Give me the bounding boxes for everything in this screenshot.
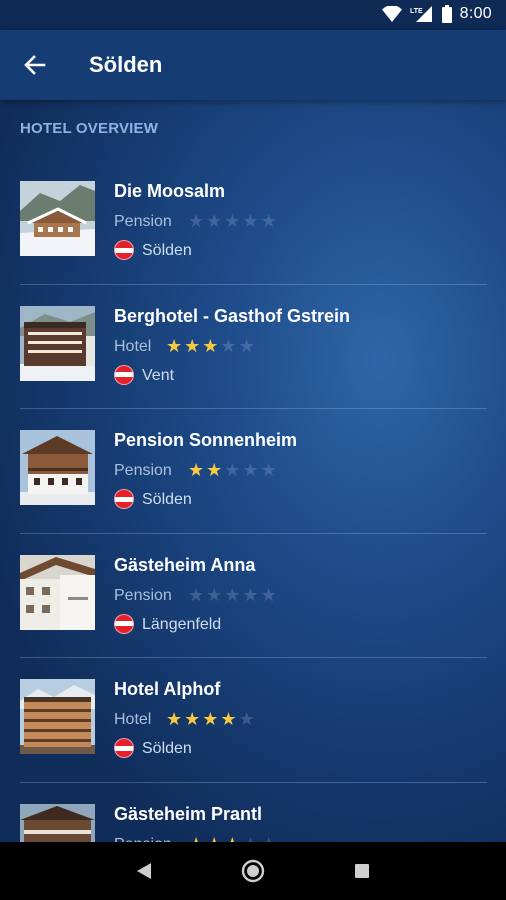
star-filled-icon: ★	[202, 335, 219, 356]
star-empty-icon: ★	[188, 211, 205, 231]
star-filled-icon: ★	[224, 834, 240, 843]
hotel-list-item[interactable]: Berghotel - Gasthof Gstrein Hotel ★ ★ ★ ★ ★ …	[0, 285, 506, 409]
star-rating: ★★★★★	[188, 211, 277, 231]
hotel-name: Gästeheim Prantl	[114, 803, 263, 824]
hotel-name: Hotel Alphof	[114, 679, 221, 699]
austria-flag-icon	[114, 489, 134, 509]
hotel-name: Pension Sonnenheim	[114, 430, 298, 450]
nav-home-button[interactable]	[233, 851, 273, 891]
square-recents-icon	[354, 864, 369, 878]
star-filled-icon: ★	[188, 834, 204, 843]
star-rating: ★★★★★	[166, 336, 255, 356]
hotel-name: Gästeheim Anna	[114, 554, 256, 575]
status-time: 8:00	[459, 5, 492, 22]
star-rating: ★★★★★	[188, 460, 277, 480]
section-header: HOTEL OVERVIEW	[20, 120, 159, 137]
hotel-type: Hotel	[114, 711, 152, 728]
screen: LTE 8:00 Sölden HOTEL OVERVIEW Die Moosa…	[0, 0, 506, 900]
star-empty-icon: ★	[242, 584, 259, 605]
hotel-list-item[interactable]: Gästeheim Anna Pension ★ ★ ★ ★ ★ Längenfeld	[0, 534, 506, 658]
star-filled-icon: ★	[188, 460, 205, 480]
circle-home-icon	[241, 859, 265, 883]
lte-label: LTE	[410, 8, 423, 15]
star-filled-icon: ★	[184, 335, 201, 356]
star-filled-icon: ★	[202, 709, 219, 729]
triangle-back-icon	[137, 863, 152, 879]
star-empty-icon: ★	[238, 709, 255, 729]
star-empty-icon: ★	[224, 211, 241, 231]
hotel-thumbnail	[20, 181, 95, 256]
star-rating: ★★★★★	[166, 709, 255, 729]
star-filled-icon: ★	[184, 709, 201, 729]
star-empty-icon: ★	[260, 460, 277, 480]
hotel-location: Vent	[142, 366, 175, 384]
star-filled-icon: ★	[220, 709, 237, 729]
star-empty-icon: ★	[224, 584, 241, 605]
page-title: Sölden	[89, 52, 163, 77]
hotel-location: Längenfeld	[142, 615, 222, 633]
star-empty-icon: ★	[224, 460, 241, 480]
star-filled-icon: ★	[166, 709, 183, 729]
star-empty-icon: ★	[242, 460, 259, 480]
hotel-type: Pension	[114, 213, 172, 230]
austria-flag-icon	[114, 613, 134, 634]
hotel-thumbnail	[20, 554, 95, 630]
signal-lte-icon: LTE	[410, 6, 432, 22]
austria-flag-icon	[114, 364, 134, 385]
star-empty-icon: ★	[206, 584, 223, 605]
hotel-name: Die Moosalm	[114, 181, 226, 201]
star-empty-icon: ★	[242, 834, 258, 843]
star-rating: ★★★★★	[188, 585, 277, 605]
hotel-type: Pension	[114, 462, 172, 479]
star-empty-icon: ★	[238, 335, 255, 356]
hotel-list-item[interactable]: Gästeheim Prantl Pension ★★★★★	[0, 783, 506, 843]
star-empty-icon: ★	[260, 211, 277, 231]
hotel-list-item[interactable]: Die Moosalm Pension ★ ★ ★ ★ ★ Sölden	[0, 160, 506, 285]
austria-flag-icon	[114, 738, 134, 758]
hotel-thumbnail	[20, 679, 95, 754]
system-nav-bar	[0, 842, 506, 900]
status-bar: LTE 8:00	[0, 0, 506, 30]
hotel-name: Berghotel - Gasthof Gstrein	[114, 305, 351, 326]
star-empty-icon: ★	[242, 211, 259, 231]
star-empty-icon: ★	[188, 584, 205, 605]
hotel-location: Sölden	[142, 740, 192, 757]
star-empty-icon: ★	[261, 834, 277, 843]
hotel-thumbnail	[20, 305, 95, 381]
nav-recents-button[interactable]	[342, 851, 382, 891]
star-filled-icon: ★	[206, 834, 222, 843]
battery-icon	[441, 5, 452, 23]
arrow-back-icon	[24, 55, 46, 75]
wifi-icon	[381, 6, 402, 22]
star-filled-icon: ★	[166, 335, 183, 356]
hotel-thumbnail	[20, 803, 95, 842]
hotel-type: Pension	[114, 586, 172, 604]
star-rating: ★★★★★	[188, 834, 277, 843]
star-empty-icon: ★	[260, 584, 277, 605]
hotel-location: Sölden	[142, 491, 192, 508]
star-empty-icon: ★	[220, 335, 237, 356]
hotel-list-item[interactable]: Pension Sonnenheim Pension ★ ★ ★ ★ ★ Sölden	[0, 409, 506, 534]
nav-back-button[interactable]	[124, 851, 164, 891]
star-filled-icon: ★	[206, 460, 223, 480]
status-icons: LTE 8:00	[381, 5, 492, 23]
hotel-location: Sölden	[142, 242, 192, 259]
hotel-type: Hotel	[114, 337, 152, 355]
app-bar: Sölden	[0, 30, 506, 100]
austria-flag-icon	[114, 240, 134, 260]
hotel-list-item[interactable]: Hotel Alphof Hotel ★ ★ ★ ★ ★ Sölden	[0, 658, 506, 783]
hotel-list: Die Moosalm Pension ★ ★ ★ ★ ★ Sölden Ber…	[0, 160, 506, 842]
star-empty-icon: ★	[206, 211, 223, 231]
back-button[interactable]	[0, 30, 70, 100]
hotel-thumbnail	[20, 430, 95, 505]
